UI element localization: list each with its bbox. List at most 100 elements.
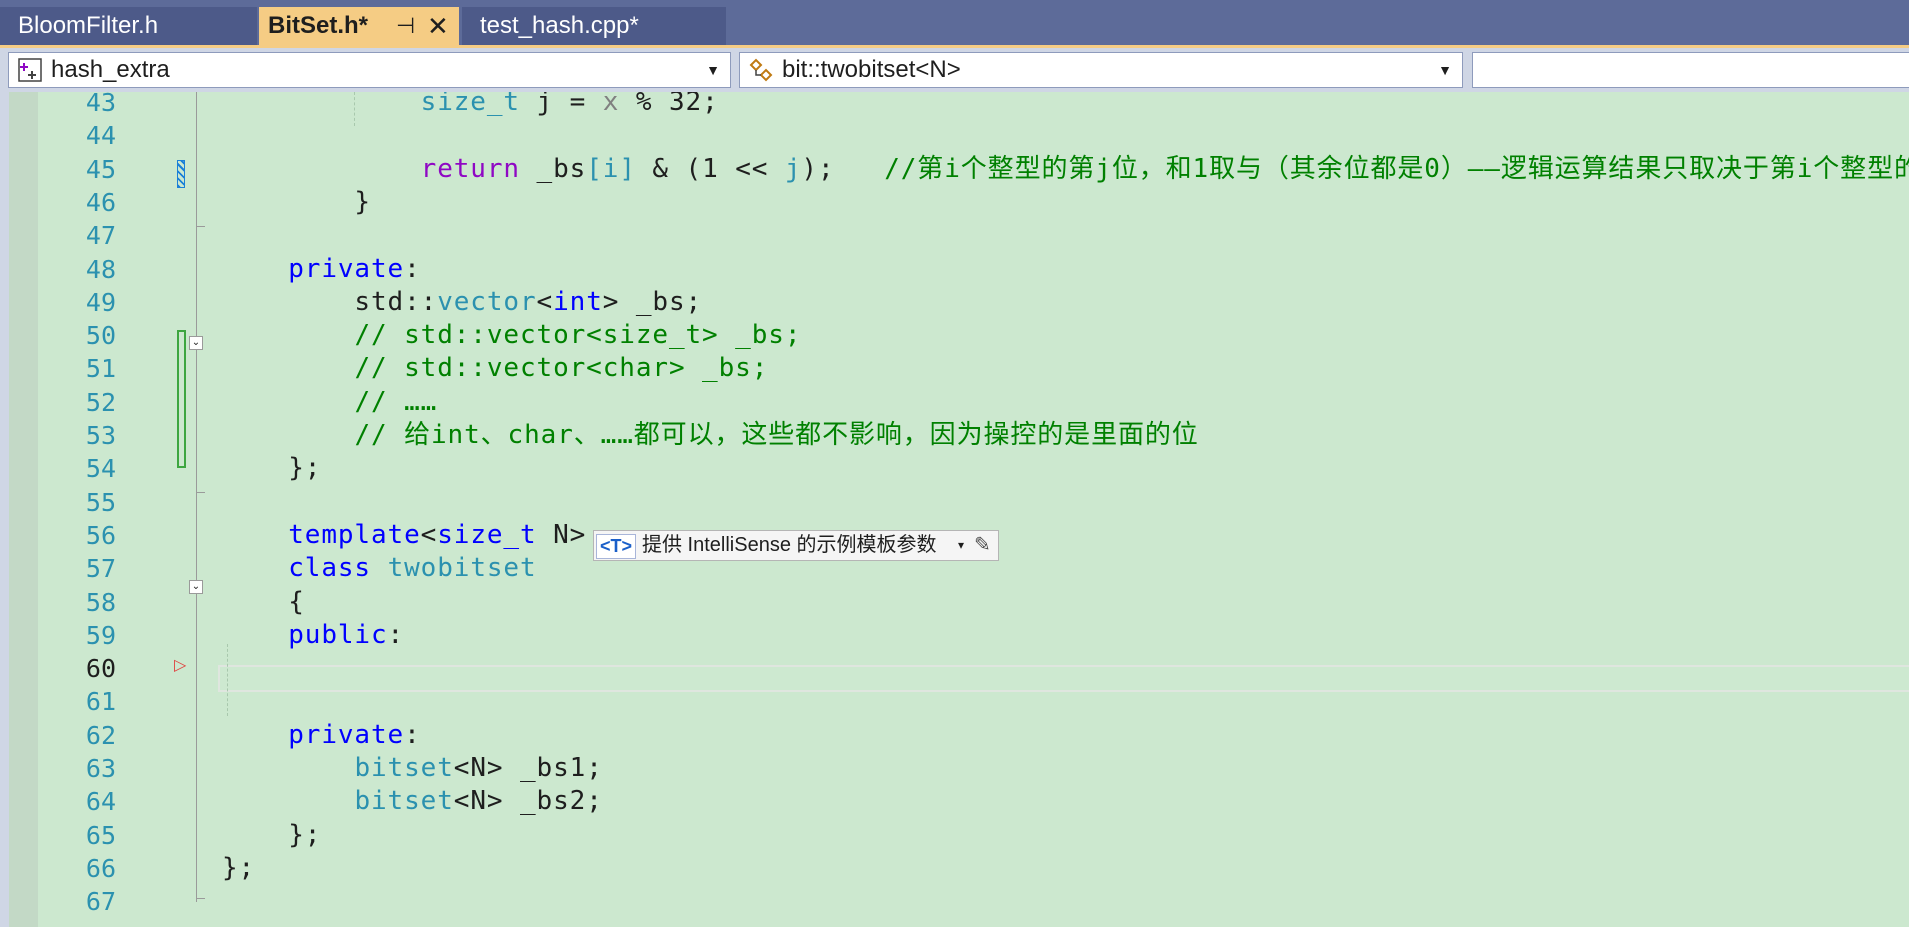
code-text[interactable]: // std::vector<size_t> _bs;	[222, 319, 801, 352]
line-number: 61	[85, 687, 116, 717]
code-line[interactable]: 64 bitset<N> _bs2;	[0, 785, 1909, 818]
code-token: std::	[222, 286, 438, 317]
code-text[interactable]: std::vector<int> _bs;	[222, 286, 702, 319]
tab-bitset-h-active[interactable]: BitSet.h* ⊣ ✕	[259, 7, 459, 45]
project-scope-dropdown[interactable]: hash_extra ▼	[8, 52, 731, 88]
code-token: > _bs;	[602, 286, 703, 317]
code-text[interactable]: };	[222, 452, 321, 485]
code-text[interactable]: public:	[222, 619, 404, 652]
code-line[interactable]: 61	[0, 685, 1909, 718]
code-line[interactable]: 51 // std::vector<char> _bs;	[0, 352, 1909, 385]
pencil-icon[interactable]: ✎	[974, 531, 991, 560]
code-text[interactable]: // std::vector<char> _bs;	[222, 352, 768, 385]
code-token: };	[222, 852, 256, 883]
code-line[interactable]: 49 std::vector<int> _bs;	[0, 286, 1909, 319]
code-text[interactable]: private:	[222, 253, 421, 286]
code-line[interactable]: 43 size_t j = x % 32;	[0, 92, 1909, 119]
code-text[interactable]: template<size_t N>	[222, 519, 586, 552]
line-number: 47	[85, 221, 116, 251]
member-dropdown[interactable]: bit::twobitset<N> ▼	[739, 52, 1463, 88]
line-number: 50	[85, 321, 116, 351]
line-number: 63	[85, 754, 116, 783]
code-text[interactable]: bitset<N> _bs1;	[222, 752, 603, 785]
code-line[interactable]: 50 // std::vector<size_t> _bs;	[0, 319, 1909, 352]
code-text[interactable]: {	[222, 586, 305, 619]
line-number: 52	[85, 387, 116, 417]
code-line[interactable]: 67	[0, 885, 1909, 918]
code-token: j	[784, 153, 802, 184]
code-token: };	[222, 819, 322, 850]
pin-icon[interactable]: ⊣	[396, 7, 415, 45]
code-text[interactable]: private:	[222, 719, 421, 752]
code-token: <N> _bs1;	[453, 753, 603, 783]
code-line[interactable]: 47	[0, 219, 1909, 252]
chevron-down-icon[interactable]: ▾	[958, 531, 964, 560]
line-number: 54	[85, 454, 116, 484]
line-number: 45	[85, 154, 116, 184]
line-number: 57	[85, 554, 116, 584]
code-line[interactable]: 45 return _bs[i] & (1 << j); //第i个整型的第j位…	[0, 153, 1909, 186]
code-token: bitset	[354, 753, 454, 783]
line-number: 67	[85, 887, 116, 917]
code-token: int	[553, 286, 603, 317]
code-text[interactable]: bitset<N> _bs2;	[222, 785, 603, 818]
close-icon[interactable]: ✕	[427, 7, 449, 45]
code-token: // 给int、char、……都可以，这些都不影响，因为操控的是里面的位	[354, 420, 1199, 450]
code-text[interactable]: return _bs[i] & (1 << j); //第i个整型的第j位，和1…	[222, 153, 1909, 186]
code-editor[interactable]: ⌄ ⌄ ▷ 43 size_t j = x % 32; 44 45 return _…	[0, 92, 1909, 927]
code-line[interactable]: 59 public:	[0, 619, 1909, 652]
code-line[interactable]: 66};	[0, 852, 1909, 885]
member-label: bit::twobitset<N>	[782, 56, 961, 83]
line-number: 56	[85, 520, 116, 550]
line-number: 60	[85, 654, 116, 684]
code-line[interactable]: 44	[0, 119, 1909, 152]
code-token: & (1 <<	[635, 153, 785, 184]
code-token: :	[404, 719, 421, 750]
tab-bloomfilter-h[interactable]: BloomFilter.h	[0, 7, 257, 45]
code-text[interactable]: // 给int、char、……都可以，这些都不影响，因为操控的是里面的位	[222, 419, 1199, 452]
code-token: class	[288, 553, 371, 584]
line-number: 58	[85, 587, 116, 617]
line-number: 44	[85, 121, 116, 151]
code-line[interactable]: 46 }	[0, 186, 1909, 219]
code-token: :	[387, 619, 405, 650]
code-text[interactable]: };	[222, 819, 321, 852]
function-dropdown[interactable]	[1472, 52, 1909, 88]
code-text[interactable]: class twobitset	[222, 552, 537, 585]
code-line[interactable]: 54 };	[0, 452, 1909, 485]
template-badge-icon: <T>	[596, 534, 637, 559]
code-text[interactable]: }	[222, 186, 371, 219]
code-line[interactable]: 53 // 给int、char、……都可以，这些都不影响，因为操控的是里面的位	[0, 419, 1909, 452]
tab-label: BloomFilter.h	[18, 12, 159, 39]
code-token: // std::vector<size_t> _bs;	[354, 320, 802, 351]
hint-text: 提供 IntelliSense 的示例模板参数	[642, 534, 937, 556]
code-token: j =	[519, 92, 603, 117]
code-text[interactable]: };	[222, 852, 255, 885]
code-line[interactable]: 58 {	[0, 586, 1909, 619]
code-line[interactable]: 60	[0, 652, 1909, 685]
tab-test-hash-cpp[interactable]: test_hash.cpp*	[462, 7, 726, 45]
code-text[interactable]: // ……	[222, 386, 437, 419]
code-line[interactable]: 48 private:	[0, 253, 1909, 286]
code-line[interactable]: 55	[0, 486, 1909, 519]
code-token: % 32;	[619, 92, 719, 117]
code-token: // std::vector<char> _bs;	[354, 353, 769, 384]
tab-label: BitSet.h*	[268, 12, 369, 39]
intellisense-template-hint[interactable]: <T> 提供 IntelliSense 的示例模板参数 ▾ ✎	[593, 530, 999, 561]
code-line[interactable]: 65 };	[0, 819, 1909, 852]
code-line[interactable]: 63 bitset<N> _bs1;	[0, 752, 1909, 785]
line-number: 46	[85, 187, 116, 217]
code-line[interactable]: 62 private:	[0, 719, 1909, 752]
code-line[interactable]: 52 // ……	[0, 386, 1909, 419]
code-text[interactable]: size_t j = x % 32;	[222, 92, 719, 119]
